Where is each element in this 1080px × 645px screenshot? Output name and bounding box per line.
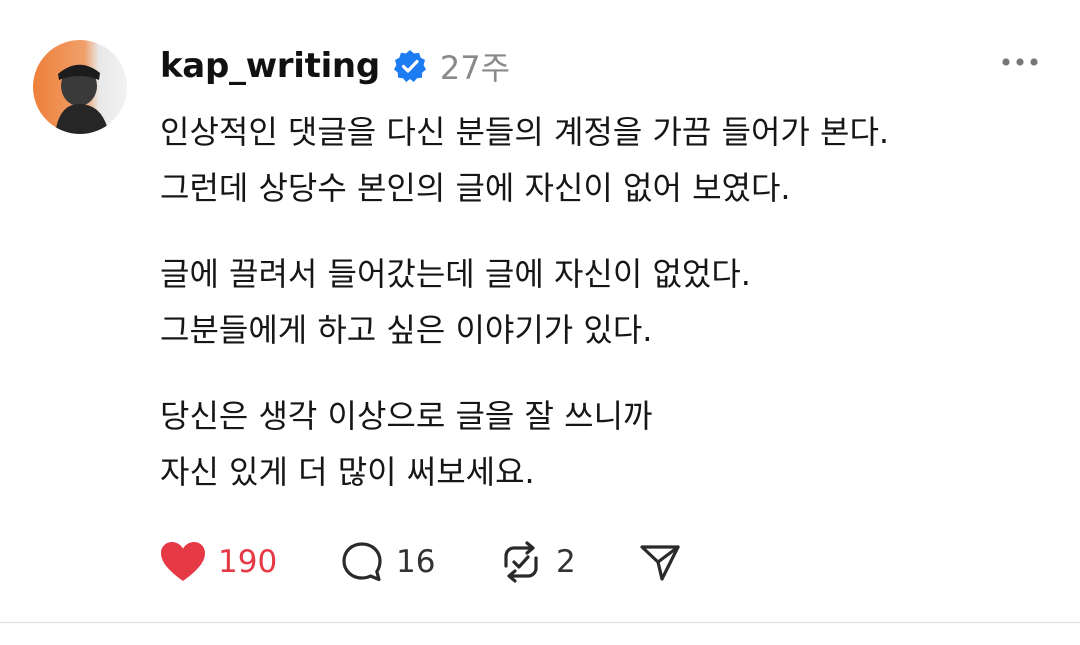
repost-icon (498, 540, 544, 584)
post-paragraph: 인상적인 댓글을 다신 분들의 계정을 가끔 들어가 본다. 그런데 상당수 본… (160, 104, 1040, 216)
post-text-line: 그런데 상당수 본인의 글에 자신이 없어 보였다. (160, 169, 791, 207)
post-text-line: 인상적인 댓글을 다신 분들의 계정을 가끔 들어가 본다. (160, 113, 890, 151)
comment-count: 16 (396, 544, 436, 580)
action-bar: 190 16 2 (160, 535, 682, 589)
post-header: kap_writing 27주 (160, 38, 510, 94)
post-text-line: 글에 끌려서 들어갔는데 글에 자신이 없었다. (160, 255, 751, 293)
more-dots-icon[interactable] (1000, 52, 1040, 72)
heart-icon (160, 541, 206, 583)
send-icon (638, 540, 682, 584)
post-text-line: 그분들에게 하고 싶은 이야기가 있다. (160, 311, 653, 349)
repost-count: 2 (556, 544, 576, 580)
post-body: 인상적인 댓글을 다신 분들의 계정을 가끔 들어가 본다. 그런데 상당수 본… (160, 104, 1040, 500)
like-count: 190 (218, 544, 278, 580)
avatar[interactable] (33, 40, 127, 134)
post-divider (0, 622, 1080, 623)
like-button[interactable]: 190 (160, 541, 340, 583)
post-text-line: 자신 있게 더 많이 써보세요. (160, 453, 535, 491)
post-paragraph: 당신은 생각 이상으로 글을 잘 쓰니까 자신 있게 더 많이 써보세요. (160, 388, 1040, 500)
verified-badge-icon (392, 48, 428, 84)
post-timestamp: 27주 (439, 49, 511, 87)
comment-button[interactable]: 16 (340, 540, 498, 584)
post-paragraph: 글에 끌려서 들어갔는데 글에 자신이 없었다. 그분들에게 하고 싶은 이야기… (160, 246, 1040, 358)
repost-button[interactable]: 2 (498, 540, 638, 584)
post-card: kap_writing 27주 인상적인 댓글을 다신 분들의 계정을 가끔 들… (0, 0, 1080, 622)
username[interactable]: kap_writing (160, 46, 380, 86)
comment-bubble-icon (340, 540, 384, 584)
share-button[interactable] (638, 540, 682, 584)
post-text-line: 당신은 생각 이상으로 글을 잘 쓰니까 (160, 397, 653, 435)
